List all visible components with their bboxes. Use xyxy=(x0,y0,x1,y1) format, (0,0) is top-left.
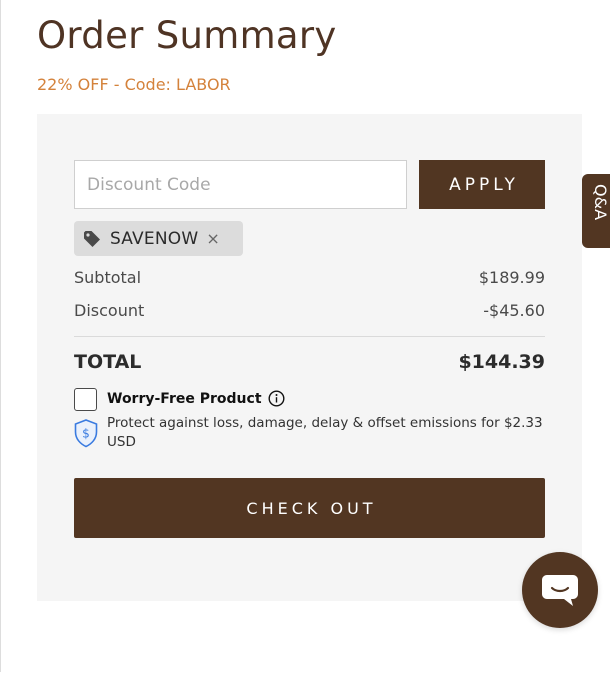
tag-icon xyxy=(83,230,101,248)
page-border xyxy=(0,0,1,672)
svg-text:$: $ xyxy=(82,427,90,441)
worry-free-checkbox[interactable] xyxy=(74,388,97,411)
discount-label: Discount xyxy=(74,301,145,320)
total-value: $144.39 xyxy=(458,351,545,373)
total-label: TOTAL xyxy=(74,351,142,373)
subtotal-row: Subtotal $189.99 xyxy=(74,268,545,287)
chat-button[interactable] xyxy=(522,552,598,628)
worry-free-title-text: Worry-Free Product xyxy=(107,390,262,407)
info-icon[interactable] xyxy=(268,390,285,407)
qa-tab-label: Q&A xyxy=(591,184,610,221)
discount-code-input[interactable] xyxy=(74,160,407,209)
subtotal-label: Subtotal xyxy=(74,268,142,287)
total-row: TOTAL $144.39 xyxy=(74,351,545,373)
close-icon[interactable]: × xyxy=(206,229,219,248)
checkout-button[interactable]: CHECK OUT xyxy=(74,478,545,538)
qa-side-tab[interactable]: Q&A xyxy=(582,174,610,248)
applied-code-chip: SAVENOW × xyxy=(74,221,243,256)
apply-button[interactable]: APPLY xyxy=(419,160,545,209)
promo-text: 22% OFF - Code: LABOR xyxy=(37,75,231,94)
chat-bubble-icon xyxy=(540,571,580,609)
page-title: Order Summary xyxy=(37,14,337,57)
worry-free-title: Worry-Free Product xyxy=(107,390,285,407)
discount-row: Discount -$45.60 xyxy=(74,301,545,320)
subtotal-value: $189.99 xyxy=(478,268,545,287)
worry-free-description: Protect against loss, damage, delay & of… xyxy=(107,415,543,450)
shield-dollar-icon: $ xyxy=(73,418,99,448)
discount-value: -$45.60 xyxy=(483,301,545,320)
applied-code-text: SAVENOW xyxy=(110,228,199,249)
totals-divider xyxy=(74,336,545,337)
